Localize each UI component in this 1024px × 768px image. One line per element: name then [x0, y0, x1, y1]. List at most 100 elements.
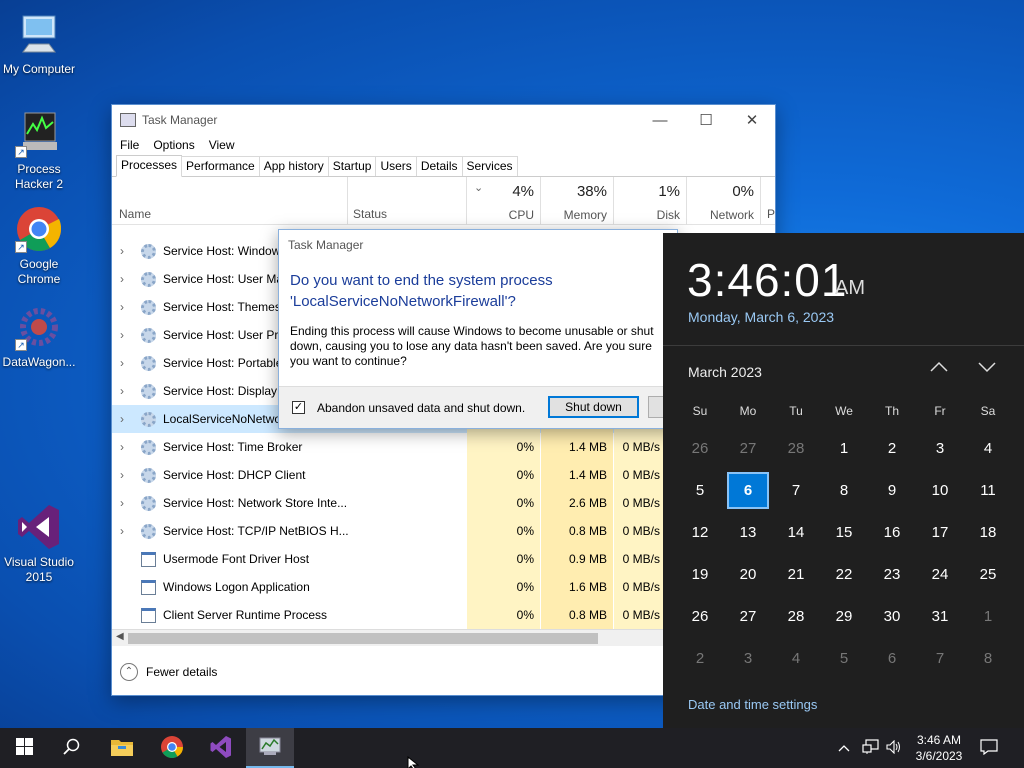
calendar-day[interactable]: 2 — [868, 428, 916, 470]
calendar-day-today[interactable]: 6 — [724, 470, 772, 512]
tab-details[interactable]: Details — [415, 156, 463, 176]
previous-month-button[interactable] — [929, 360, 949, 378]
column-network[interactable]: 0% Network — [687, 177, 760, 225]
calendar-day[interactable]: 17 — [916, 512, 964, 554]
desktop-icon-datawagon[interactable]: ↗ DataWagon... — [1, 303, 77, 370]
tab-performance[interactable]: Performance — [181, 156, 260, 176]
title-bar[interactable]: Task Manager — ☐ ✕ — [112, 105, 775, 135]
expand-chevron-icon[interactable]: › — [120, 237, 124, 265]
maximize-button[interactable]: ☐ — [683, 105, 729, 135]
column-power[interactable]: P — [767, 207, 775, 221]
expand-chevron-icon[interactable]: › — [120, 293, 124, 321]
expand-chevron-icon[interactable]: › — [120, 377, 124, 405]
expand-chevron-icon[interactable]: › — [120, 321, 124, 349]
calendar-day[interactable]: 1 — [820, 428, 868, 470]
calendar-day[interactable]: 3 — [724, 638, 772, 680]
calendar-day[interactable]: 27 — [724, 428, 772, 470]
tab-startup[interactable]: Startup — [327, 156, 377, 176]
column-name[interactable]: Name — [119, 207, 151, 221]
calendar-day[interactable]: 10 — [916, 470, 964, 512]
horizontal-scrollbar[interactable]: ◀ — [112, 629, 665, 646]
column-cpu[interactable]: 4% CPU — [467, 177, 540, 225]
calendar-day[interactable]: 19 — [676, 554, 724, 596]
search-button[interactable] — [48, 728, 96, 768]
column-disk[interactable]: 1% Disk — [614, 177, 686, 225]
tab-app-history[interactable]: App history — [258, 156, 329, 176]
calendar-day[interactable]: 22 — [820, 554, 868, 596]
calendar-day[interactable]: 18 — [964, 512, 1012, 554]
expand-chevron-icon[interactable]: › — [120, 265, 124, 293]
expand-chevron-icon[interactable]: › — [120, 433, 124, 461]
show-hidden-icons-button[interactable] — [838, 728, 856, 768]
calendar-day[interactable]: 2 — [676, 638, 724, 680]
taskbar-file-explorer[interactable] — [98, 728, 146, 768]
start-button[interactable] — [0, 728, 48, 768]
calendar-day[interactable]: 12 — [676, 512, 724, 554]
month-label[interactable]: March 2023 — [688, 364, 762, 380]
column-status[interactable]: Status — [353, 207, 387, 221]
scrollbar-thumb[interactable] — [128, 633, 598, 644]
calendar-day[interactable]: 7 — [772, 470, 820, 512]
desktop-icon-google-chrome[interactable]: ↗ Google Chrome — [1, 205, 77, 287]
calendar-day[interactable]: 9 — [868, 470, 916, 512]
fewer-details-button[interactable]: ⌃ Fewer details — [120, 663, 217, 681]
scroll-left-icon[interactable]: ◀ — [116, 631, 124, 642]
tab-services[interactable]: Services — [461, 156, 518, 176]
menu-file[interactable]: File — [120, 138, 139, 152]
expand-chevron-icon[interactable]: › — [120, 517, 124, 545]
abandon-data-label[interactable]: Abandon unsaved data and shut down. — [317, 401, 525, 415]
taskbar-clock[interactable]: 3:46 AM 3/6/2023 — [908, 732, 970, 764]
calendar-day[interactable]: 3 — [916, 428, 964, 470]
calendar-day[interactable]: 5 — [820, 638, 868, 680]
calendar-day[interactable]: 26 — [676, 428, 724, 470]
calendar-day[interactable]: 31 — [916, 596, 964, 638]
network-button[interactable] — [862, 728, 882, 768]
calendar-day[interactable]: 5 — [676, 470, 724, 512]
calendar-day[interactable]: 1 — [964, 596, 1012, 638]
expand-chevron-icon[interactable]: › — [120, 489, 124, 517]
calendar-day[interactable]: 16 — [868, 512, 916, 554]
long-date-link[interactable]: Monday, March 6, 2023 — [688, 309, 834, 325]
calendar-day[interactable]: 6 — [868, 638, 916, 680]
calendar-day[interactable]: 25 — [964, 554, 1012, 596]
abandon-data-checkbox[interactable]: ✓ — [292, 401, 305, 414]
volume-button[interactable] — [886, 728, 904, 768]
column-memory[interactable]: 38% Memory — [541, 177, 613, 225]
calendar-day[interactable]: 4 — [772, 638, 820, 680]
next-month-button[interactable] — [977, 360, 997, 378]
desktop-icon-my-computer[interactable]: My Computer — [1, 10, 77, 77]
taskbar-task-manager[interactable] — [246, 728, 294, 768]
taskbar-visual-studio[interactable] — [197, 728, 245, 768]
taskbar-chrome[interactable] — [148, 728, 196, 768]
menu-options[interactable]: Options — [153, 138, 194, 152]
calendar-day[interactable]: 14 — [772, 512, 820, 554]
calendar-day[interactable]: 7 — [916, 638, 964, 680]
calendar-day[interactable]: 15 — [820, 512, 868, 554]
calendar-day[interactable]: 8 — [820, 470, 868, 512]
calendar-day[interactable]: 24 — [916, 554, 964, 596]
expand-chevron-icon[interactable]: › — [120, 349, 124, 377]
expand-chevron-icon[interactable]: › — [120, 405, 124, 433]
calendar-day[interactable]: 4 — [964, 428, 1012, 470]
calendar-day[interactable]: 23 — [868, 554, 916, 596]
desktop-icon-process-hacker[interactable]: ↗ Process Hacker 2 — [1, 110, 77, 192]
expand-chevron-icon[interactable]: › — [120, 461, 124, 489]
menu-view[interactable]: View — [209, 138, 235, 152]
calendar-day[interactable]: 21 — [772, 554, 820, 596]
action-center-button[interactable] — [980, 728, 1004, 768]
close-button[interactable]: ✕ — [729, 105, 775, 135]
calendar-day[interactable]: 27 — [724, 596, 772, 638]
calendar-day[interactable]: 29 — [820, 596, 868, 638]
tab-users[interactable]: Users — [375, 156, 417, 176]
minimize-button[interactable]: — — [637, 105, 683, 135]
calendar-day[interactable]: 26 — [676, 596, 724, 638]
tab-processes[interactable]: Processes — [116, 155, 183, 177]
dialog-title[interactable]: Task Manager — [279, 230, 677, 260]
calendar-day[interactable]: 20 — [724, 554, 772, 596]
calendar-day[interactable]: 30 — [868, 596, 916, 638]
calendar-day[interactable]: 11 — [964, 470, 1012, 512]
date-time-settings-link[interactable]: Date and time settings — [688, 697, 817, 712]
calendar-day[interactable]: 28 — [772, 428, 820, 470]
calendar-day[interactable]: 13 — [724, 512, 772, 554]
calendar-day[interactable]: 8 — [964, 638, 1012, 680]
